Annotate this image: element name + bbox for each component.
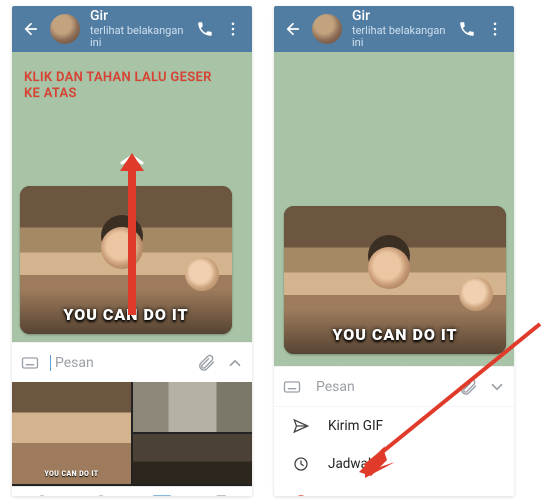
chevron-down-icon[interactable]	[226, 354, 244, 372]
header-title-block[interactable]: Gir terlihat belakangan ini	[90, 9, 186, 49]
more-icon[interactable]	[224, 20, 242, 38]
sticker-icon[interactable]	[214, 493, 232, 497]
header-title-block[interactable]: Gir terlihat belakangan ini	[352, 9, 448, 49]
gif-picker-panel: YOU CAN DO IT	[12, 382, 252, 486]
menu-schedule[interactable]: Jadwal	[274, 445, 514, 483]
chat-header: Gir terlihat belakangan ini	[274, 6, 514, 52]
picker-bottom-bar: GIF	[12, 486, 252, 496]
gif-thumbnail[interactable]	[133, 434, 252, 484]
menu-item-label: Kirim GIF	[328, 418, 383, 434]
gif-thumbnail[interactable]	[133, 382, 252, 432]
keyboard-icon[interactable]	[20, 353, 40, 373]
avatar[interactable]	[50, 14, 80, 44]
chat-area[interactable]: KLIK DAN TAHAN LALU GESER KE ATAS YOU CA…	[12, 52, 252, 342]
gif-caption: YOU CAN DO IT	[284, 325, 506, 344]
gif-context-menu: Kirim GIF Jadwal Hapus	[274, 406, 514, 496]
avatar[interactable]	[312, 14, 342, 44]
screen-right: Gir terlihat belakangan ini YOU CAN DO I…	[274, 6, 514, 496]
keyboard-icon[interactable]	[282, 377, 302, 397]
attach-icon[interactable]	[196, 353, 216, 373]
screen-left: Gir terlihat belakangan ini KLIK DAN TAH…	[12, 6, 252, 496]
gif-preview-image: YOU CAN DO IT	[284, 206, 506, 354]
gif-message[interactable]: YOU CAN DO IT	[284, 206, 506, 354]
more-icon[interactable]	[486, 20, 504, 38]
smile-icon[interactable]	[92, 493, 110, 497]
clock-icon[interactable]	[33, 493, 51, 497]
gif-thumbnail-caption: YOU CAN DO IT	[12, 470, 131, 478]
menu-delete[interactable]: Hapus	[274, 483, 514, 496]
red-arrow-up-icon	[112, 147, 152, 317]
call-icon[interactable]	[196, 20, 214, 38]
contact-name: Gir	[352, 9, 448, 24]
chevron-down-icon[interactable]	[488, 378, 506, 396]
instruction-text: KLIK DAN TAHAN LALU GESER KE ATAS	[24, 70, 212, 103]
message-input-bar: Pesan	[12, 342, 252, 382]
gif-tab-icon[interactable]: GIF	[151, 494, 173, 497]
back-icon[interactable]	[284, 20, 302, 38]
message-input[interactable]: Pesan	[50, 355, 186, 371]
menu-item-label: Hapus	[328, 494, 367, 496]
contact-status: terlihat belakangan ini	[90, 25, 186, 49]
menu-send-gif[interactable]: Kirim GIF	[274, 407, 514, 445]
chat-area[interactable]: YOU CAN DO IT	[274, 52, 514, 366]
chat-header: Gir terlihat belakangan ini	[12, 6, 252, 52]
message-input[interactable]: Pesan	[312, 379, 448, 395]
gif-thumbnail[interactable]: YOU CAN DO IT	[12, 382, 131, 484]
call-icon[interactable]	[458, 20, 476, 38]
message-input-bar: Pesan	[274, 366, 514, 406]
back-icon[interactable]	[22, 20, 40, 38]
attach-icon[interactable]	[458, 377, 478, 397]
contact-status: terlihat belakangan ini	[352, 25, 448, 49]
contact-name: Gir	[90, 9, 186, 24]
menu-item-label: Jadwal	[328, 456, 371, 472]
